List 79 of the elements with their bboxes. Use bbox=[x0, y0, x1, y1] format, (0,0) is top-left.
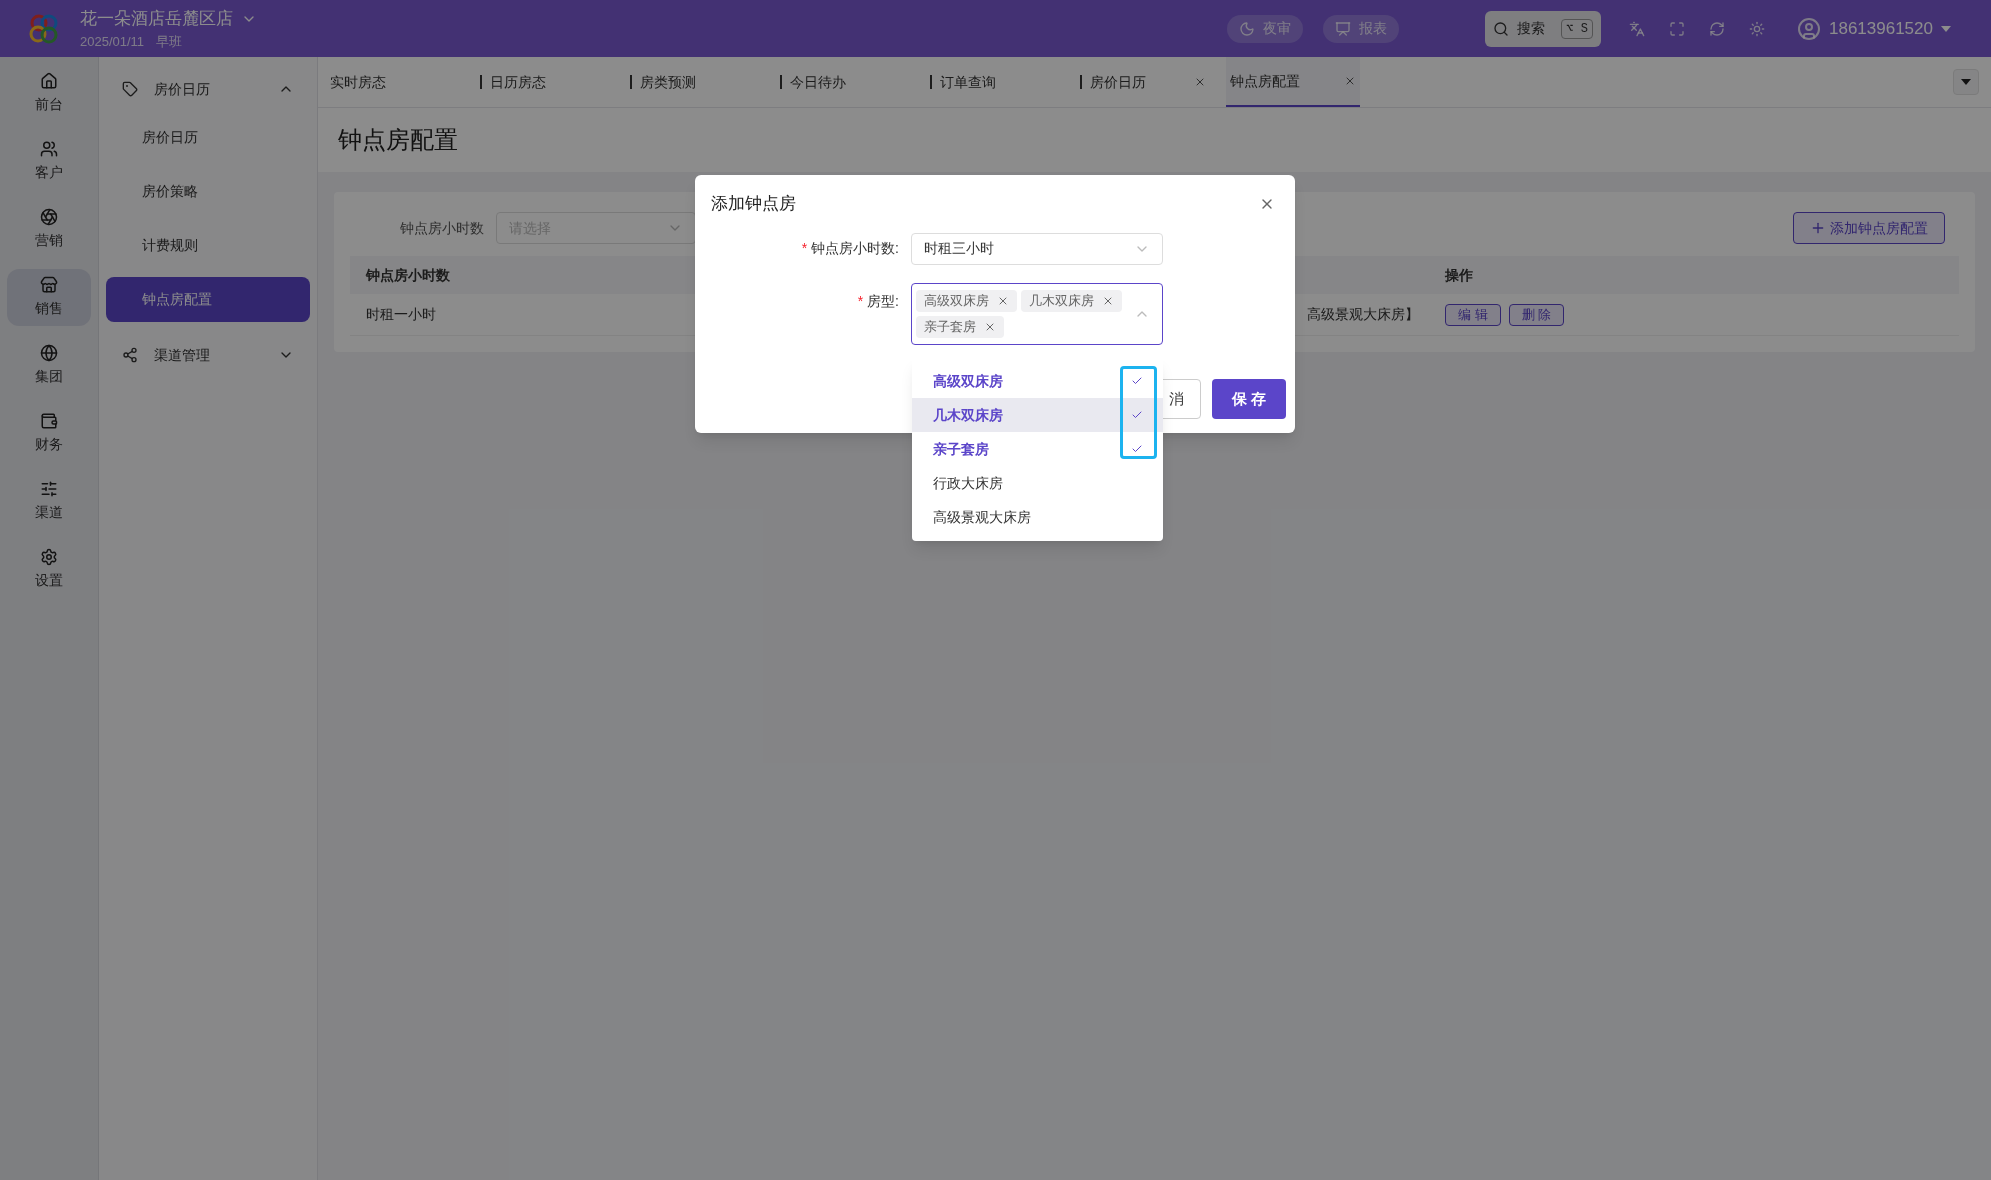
rail-icon bbox=[40, 72, 58, 90]
translate-icon[interactable] bbox=[1629, 20, 1645, 37]
add-config-button[interactable]: 添加钟点房配置 bbox=[1793, 212, 1945, 244]
share-icon bbox=[122, 347, 138, 363]
search-icon bbox=[1493, 20, 1510, 37]
dropdown-option[interactable]: 高级双床房 bbox=[912, 364, 1163, 398]
user-phone[interactable]: 18613961520 bbox=[1829, 15, 1933, 42]
plus-icon bbox=[1810, 220, 1826, 236]
page-title: 钟点房配置 bbox=[338, 125, 458, 155]
rail-icon bbox=[40, 276, 58, 294]
tag-icon bbox=[122, 81, 138, 97]
search-button[interactable]: 搜索 ⌥ S bbox=[1485, 10, 1601, 47]
dropdown-option[interactable]: 高级景观大床房 bbox=[912, 500, 1163, 534]
rail-item[interactable]: 营销 bbox=[7, 201, 91, 258]
hours-select[interactable]: 时租三小时 bbox=[911, 232, 1163, 265]
table-cell: 时租一小时 bbox=[366, 306, 436, 322]
rail-icon bbox=[40, 548, 58, 566]
dropdown-option[interactable]: 亲子套房 bbox=[912, 432, 1163, 466]
page-tab[interactable]: 房价日历 bbox=[1076, 57, 1210, 107]
required-mark: * bbox=[857, 291, 864, 311]
required-mark: * bbox=[801, 239, 808, 258]
page-tab[interactable]: 实时房态 bbox=[326, 57, 460, 107]
check-icon bbox=[1131, 443, 1143, 455]
table-cell-text: 高级景观大床房】 bbox=[1307, 305, 1420, 324]
page-tab[interactable]: 钟点房配置 bbox=[1226, 57, 1360, 107]
date-text: 2025/01/11 bbox=[80, 32, 145, 51]
close-icon[interactable] bbox=[1344, 75, 1356, 87]
shortcut-key: ⌥ S bbox=[1561, 18, 1593, 39]
fullscreen-icon[interactable] bbox=[1669, 20, 1685, 37]
page-tab[interactable]: 房类预测 bbox=[626, 57, 760, 107]
page-tab[interactable]: 今日待办 bbox=[776, 57, 910, 107]
dialog-title: 添加钟点房 bbox=[711, 193, 797, 215]
shift-text: 早班 bbox=[156, 32, 183, 51]
submenu-item[interactable]: 房价策略 bbox=[106, 169, 310, 214]
submenu-item[interactable]: 钟点房配置 bbox=[106, 277, 310, 322]
page-tab[interactable]: 订单查询 bbox=[926, 57, 1060, 107]
close-icon[interactable] bbox=[1194, 76, 1206, 88]
row-action-button[interactable]: 编 辑 bbox=[1445, 303, 1501, 326]
filter-label: 钟点房小时数 bbox=[400, 218, 484, 238]
rail-item[interactable]: 前台 bbox=[7, 65, 91, 122]
selected-tag: 高级双床房 bbox=[916, 289, 1017, 312]
rail-item[interactable]: 客户 bbox=[7, 133, 91, 190]
rail-item[interactable]: 渠道 bbox=[7, 473, 91, 530]
presentation-icon bbox=[1335, 20, 1352, 37]
check-icon bbox=[1131, 409, 1143, 421]
field-label: 房型: bbox=[867, 291, 899, 311]
dropdown-option[interactable]: 行政大床房 bbox=[912, 466, 1163, 500]
column-header: 操作 bbox=[1445, 265, 1473, 285]
save-button[interactable]: 保 存 bbox=[1212, 379, 1286, 419]
rail-icon bbox=[40, 208, 58, 226]
dropdown-option[interactable]: 几木双床房 bbox=[912, 398, 1163, 432]
row-action-button[interactable]: 删 除 bbox=[1508, 303, 1565, 326]
hotel-name[interactable]: 花一朵酒店岳麓区店 bbox=[80, 6, 233, 32]
rail-item[interactable]: 销售 bbox=[7, 269, 91, 326]
rail-icon bbox=[40, 140, 58, 158]
submenu-item[interactable]: 计费规则 bbox=[106, 223, 310, 268]
avatar-icon[interactable] bbox=[1797, 16, 1821, 41]
tabs-menu-button[interactable] bbox=[1953, 69, 1979, 95]
submenu-group[interactable]: 房价日历 bbox=[106, 65, 310, 113]
theme-icon[interactable] bbox=[1749, 20, 1765, 37]
submenu-group[interactable]: 渠道管理 bbox=[106, 331, 310, 379]
rail-item[interactable]: 财务 bbox=[7, 405, 91, 462]
rail-item[interactable]: 集团 bbox=[7, 337, 91, 394]
rail-icon bbox=[40, 480, 58, 498]
caret-icon bbox=[1961, 79, 1971, 85]
page-tab[interactable]: 日历房态 bbox=[476, 57, 610, 107]
column-header: 钟点房小时数 bbox=[366, 266, 450, 283]
check-icon bbox=[1131, 375, 1143, 387]
field-label: 钟点房小时数: bbox=[811, 239, 899, 258]
submenu-item[interactable]: 房价日历 bbox=[106, 115, 310, 160]
room-type-select[interactable]: 高级双床房 几木双床房 亲子套房 bbox=[911, 282, 1163, 345]
selected-tag: 亲子套房 bbox=[916, 315, 1004, 338]
caret-icon[interactable] bbox=[1941, 25, 1951, 32]
moon-icon bbox=[1239, 20, 1256, 37]
rail-icon bbox=[40, 412, 58, 430]
rail-icon bbox=[40, 344, 58, 362]
refresh-icon[interactable] bbox=[1709, 20, 1725, 37]
selected-tag: 几木双床房 bbox=[1021, 289, 1122, 312]
rail-item[interactable]: 设置 bbox=[7, 541, 91, 598]
